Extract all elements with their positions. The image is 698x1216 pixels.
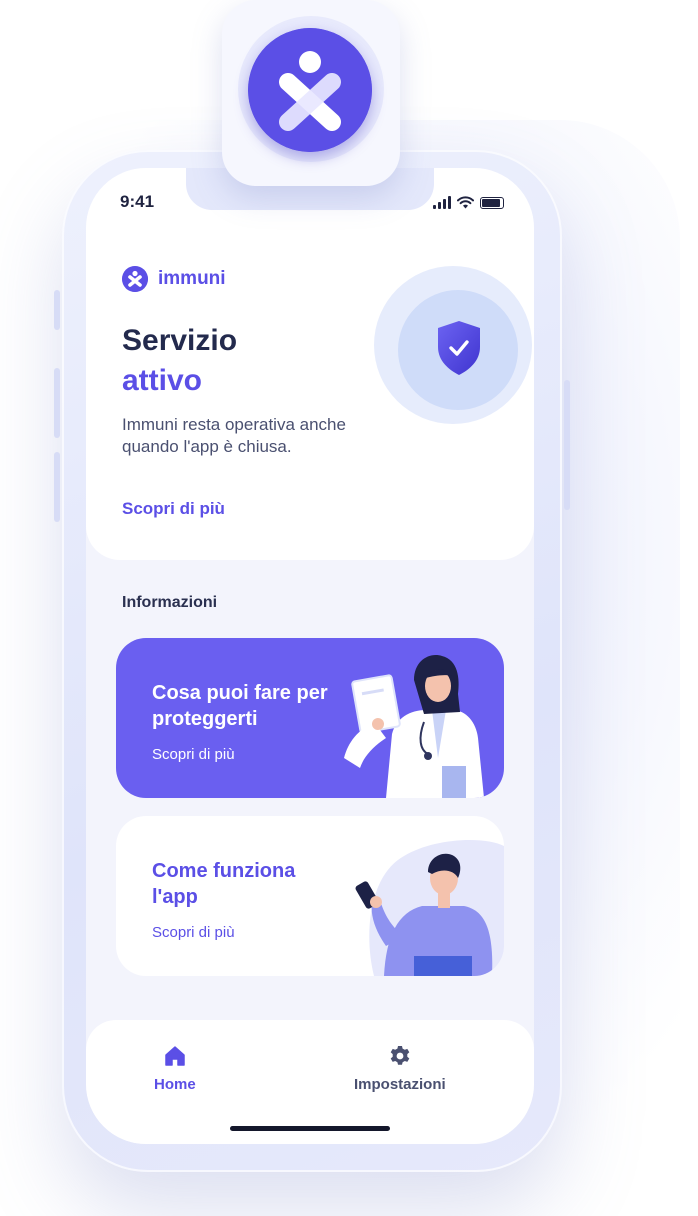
card-title: Cosa puoi fare per proteggerti bbox=[152, 682, 328, 730]
status-description: Immuni resta operativa anche quando l'ap… bbox=[122, 415, 346, 456]
info-card-how-it-works[interactable]: Come funziona l'app Scopri di più bbox=[116, 816, 504, 976]
section-title: Informazioni bbox=[122, 594, 218, 611]
status-title-highlight: attivo bbox=[122, 364, 203, 397]
phone-power-button bbox=[564, 380, 570, 510]
brand-name: immuni bbox=[158, 268, 226, 289]
status-icons bbox=[433, 196, 504, 209]
immuni-logo-icon bbox=[122, 266, 148, 292]
card-learn-more-link[interactable]: Scopri di più bbox=[152, 746, 235, 763]
tab-settings[interactable]: Impostazioni bbox=[354, 1044, 446, 1093]
brand: immuni bbox=[122, 266, 226, 292]
home-icon bbox=[165, 1046, 185, 1066]
phone-volume-down bbox=[54, 452, 60, 522]
battery-icon bbox=[480, 197, 504, 209]
home-indicator bbox=[230, 1126, 390, 1131]
doctor-illustration-icon bbox=[344, 655, 484, 798]
tab-home[interactable]: Home bbox=[154, 1044, 196, 1093]
immuni-app-icon bbox=[248, 28, 372, 152]
status-header-card: 9:41 immuni Servizio attivo Immuni resta… bbox=[86, 168, 534, 560]
card-title: Come funziona l'app bbox=[152, 860, 296, 908]
gear-icon bbox=[390, 1046, 410, 1065]
tab-home-label: Home bbox=[154, 1076, 196, 1093]
phone-side-button bbox=[54, 290, 60, 330]
tab-bar: Home Impostazioni bbox=[86, 1020, 534, 1144]
status-time: 9:41 bbox=[120, 192, 155, 211]
wifi-icon bbox=[457, 196, 474, 209]
shield-check-icon bbox=[438, 321, 480, 375]
info-card-protection[interactable]: Cosa puoi fare per proteggerti Scopri di… bbox=[116, 638, 504, 798]
tab-settings-label: Impostazioni bbox=[354, 1076, 446, 1093]
app-screen: 9:41 immuni Servizio attivo Immuni resta… bbox=[86, 168, 534, 1144]
card-learn-more-link[interactable]: Scopri di più bbox=[152, 924, 235, 941]
learn-more-link[interactable]: Scopri di più bbox=[122, 499, 225, 519]
status-title: Servizio bbox=[122, 324, 238, 357]
phone-volume-up bbox=[54, 368, 60, 438]
signal-icon bbox=[433, 196, 451, 209]
person-phone-illustration-icon bbox=[355, 840, 504, 976]
